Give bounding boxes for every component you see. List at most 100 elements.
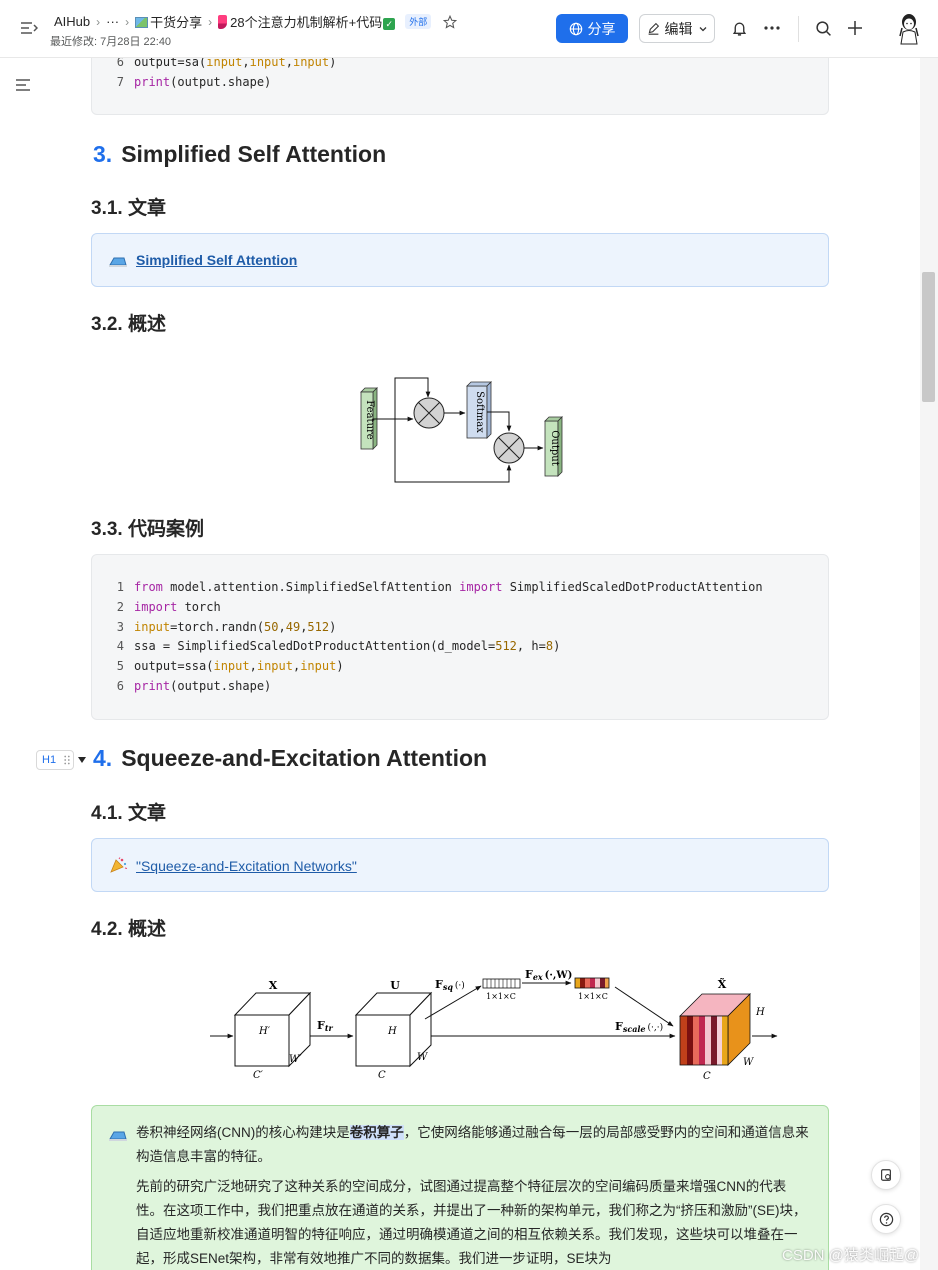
avatar[interactable] [896, 12, 922, 46]
label-vec1: 1×1×C [486, 992, 516, 1001]
code-line: 7 print(output.shape) [116, 75, 272, 89]
label-h-prime: H′ [258, 1026, 271, 1037]
more-options-icon[interactable] [762, 18, 782, 38]
code-line: 5 output=ssa(input,input,input) [116, 659, 344, 673]
pencil-icon [648, 22, 659, 35]
help-icon [879, 1212, 893, 1226]
detail-paragraph: 先前的研究广泛地研究了这种关系的空间成分，试图通过提高整个特征层次的空间编码质量… [136, 1179, 807, 1266]
star-icon[interactable] [443, 14, 458, 29]
picture-icon [135, 17, 149, 28]
output-cube [679, 993, 751, 1066]
document-icon [881, 1169, 891, 1181]
code-line: 2 import torch [116, 600, 221, 614]
watermark: CSDN @猿类崛起@ [782, 1247, 920, 1264]
code-line: 1 from model.attention.SimplifiedSelfAtte… [116, 580, 763, 594]
breadcrumb-root[interactable]: AIHub [54, 14, 90, 29]
code-text: print(output.shape) [134, 75, 272, 89]
heading-toolbar[interactable]: H1 [36, 749, 90, 771]
section-number: 4. [93, 745, 113, 771]
svg-text:Ftr: Ftr [317, 1019, 334, 1033]
label-c-prime: C′ [253, 1070, 264, 1081]
breadcrumb-folder[interactable]: 干货分享 [135, 12, 202, 31]
label-vec2: 1×1×C [578, 992, 608, 1001]
edit-label: 编辑 [664, 20, 693, 37]
section-title: Squeeze-and-Excitation Attention [121, 745, 488, 771]
feature-label: Feature [364, 400, 375, 440]
drag-handle-icon[interactable] [64, 755, 70, 765]
svg-text:Fex(·,W): Fex (·,W) [525, 968, 572, 982]
chevron-right-icon: › [208, 14, 213, 29]
copy-doc-button[interactable] [871, 1160, 901, 1190]
svg-text:Fscale(·,·): Fscale (·,·) [615, 1020, 663, 1034]
se-block-diagram: X H′ W′ C′ Ftr U H W C Fsq (·) 1×1×C Fex(… [210, 968, 778, 1082]
subheading-4-2: 4.2. 概述 [91, 919, 166, 940]
breadcrumb-more[interactable]: ··· [106, 14, 119, 29]
label-w: W [417, 1052, 428, 1063]
softmax-block: Softmax [466, 381, 492, 439]
excitation-vector [574, 977, 610, 989]
book-icon [218, 15, 228, 29]
top-bar: AIHub › ··· › 干货分享 › 28个注意力机制解析+代码 ✓ 外部 最… [0, 0, 938, 58]
add-icon[interactable] [845, 18, 865, 38]
party-popper-icon [110, 857, 128, 873]
output-label: Output [549, 430, 560, 466]
globe-icon [569, 22, 582, 35]
label-c: C [378, 1070, 386, 1081]
link-callout: Simplified Self Attention [91, 233, 829, 287]
notification-bell-icon[interactable] [729, 18, 749, 38]
subheading-4-1: 4.1. 文章 [91, 803, 166, 824]
heading-section-4: 4. Squeeze-and-Excitation Attention [93, 745, 487, 772]
label-x: X [269, 979, 278, 992]
chevron-down-icon [699, 26, 706, 31]
subheading-3-3: 3.3. 代码案例 [91, 519, 204, 540]
share-label: 分享 [587, 20, 616, 37]
svg-text:Fsq(·): Fsq (·) [435, 978, 465, 992]
iron-icon [109, 257, 127, 267]
label-h: H [387, 1026, 397, 1037]
help-button[interactable] [871, 1204, 901, 1234]
share-button[interactable]: 分享 [556, 14, 628, 43]
chevron-right-icon: › [125, 14, 130, 29]
link-callout: "Squeeze-and-Excitation Networks" [91, 838, 829, 892]
label-w-prime: W′ [289, 1054, 302, 1065]
code-line: 6 print(output.shape) [116, 679, 272, 693]
article-link[interactable]: Simplified Self Attention [136, 252, 297, 268]
check-icon: ✓ [383, 18, 396, 30]
heading-level-label: H1 [42, 754, 57, 766]
squeeze-vector [482, 978, 521, 989]
description-callout: 卷积神经网络(CNN)的核心构建块是卷积算子，它使网络能够通过融合每一层的局部感… [91, 1105, 829, 1270]
edit-button[interactable]: 编辑 [639, 14, 715, 43]
subheading-3-2: 3.2. 概述 [91, 314, 166, 335]
heading-level-tag[interactable]: H1 [36, 750, 74, 770]
output-block: Output [544, 416, 563, 477]
label-u: U [390, 979, 400, 992]
label-x-tilde: X̃ [718, 978, 727, 991]
scrollbar-thumb[interactable] [922, 272, 935, 402]
last-edit-time: 最近修改: 7月28日 22:40 [50, 36, 172, 48]
section-number: 3. [93, 141, 113, 167]
intro-paragraph: 卷积神经网络(CNN)的核心构建块是卷积算子，它使网络能够通过融合每一层的局部感… [136, 1125, 809, 1164]
highlighted-term: 卷积算子 [349, 1125, 404, 1140]
search-icon[interactable] [813, 18, 833, 38]
label-w: W [743, 1057, 754, 1068]
heading-section-3: 3. Simplified Self Attention [93, 141, 386, 168]
code-line: 4 ssa = SimplifiedScaledDotProductAttenti… [116, 639, 561, 653]
toolbar-divider [798, 16, 799, 42]
collapse-caret-icon[interactable] [78, 757, 86, 763]
article-link[interactable]: "Squeeze-and-Excitation Networks" [136, 858, 357, 874]
external-badge: 外部 [405, 14, 432, 29]
breadcrumb: AIHub › ··· › 干货分享 › 28个注意力机制解析+代码 ✓ 外部 [54, 12, 458, 31]
label-h: H [755, 1007, 765, 1018]
subheading-3-1: 3.1. 文章 [91, 198, 166, 219]
section-title: Simplified Self Attention [121, 141, 387, 167]
outline-toggle-icon[interactable] [15, 78, 31, 92]
scrollbar-track[interactable] [920, 58, 938, 1270]
code-line: 3 input=torch.randn(50,49,512) [116, 620, 337, 634]
iron-icon [109, 1131, 127, 1141]
label-c: C [703, 1071, 711, 1082]
code-block: 1 from model.attention.SimplifiedSelfAtte… [91, 554, 829, 720]
simplified-attention-diagram: Feature Softmax Output [360, 377, 563, 483]
breadcrumb-doc-title[interactable]: 28个注意力机制解析+代码 ✓ [218, 12, 396, 31]
chevron-right-icon: › [96, 14, 101, 29]
sidebar-toggle-icon[interactable] [20, 20, 38, 36]
